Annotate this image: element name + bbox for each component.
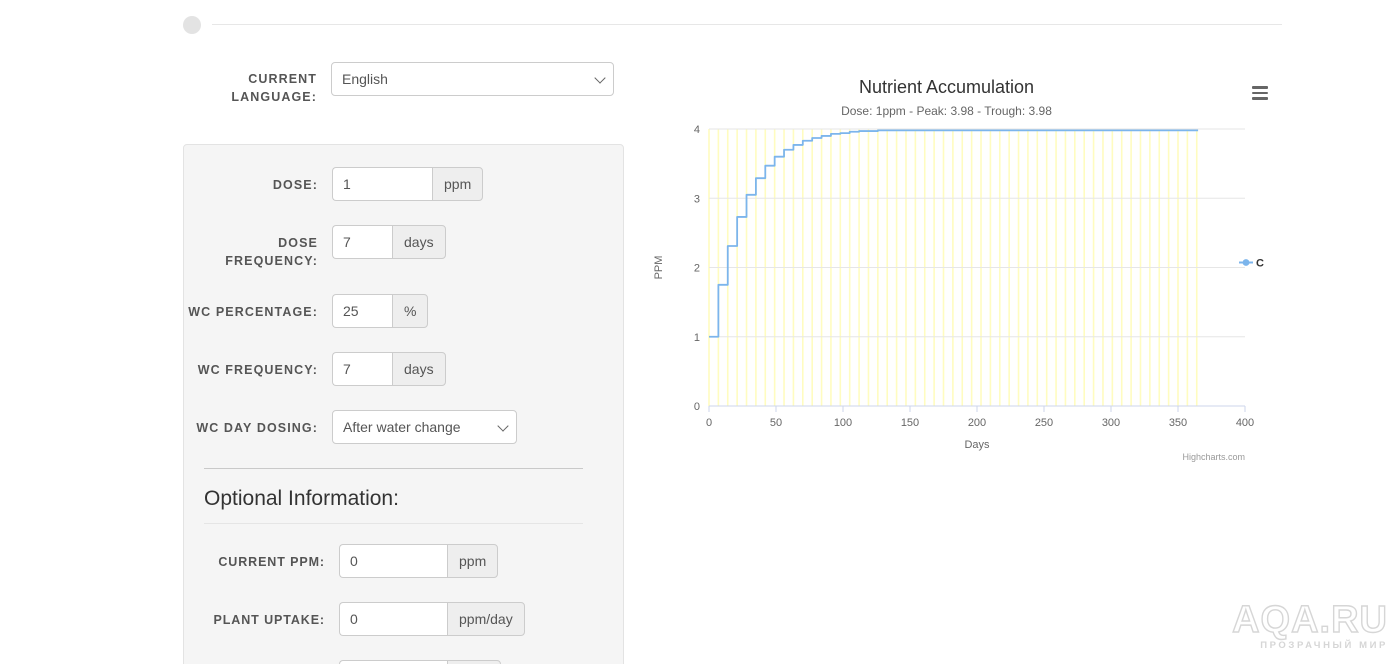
display-days-input[interactable] [339,660,447,664]
field-label-display-days: DISPLAY DAYS: [184,660,339,664]
field-label-dose: DOSE: [272,178,318,192]
field-dose-frequency: DOSE FREQUENCY: days [184,225,603,270]
settings-panel: DOSE: ppm DOSE FREQUENCY: days WC PERCEN… [183,144,624,664]
field-plant-uptake: PLANT UPTAKE: ppm/day [184,602,603,636]
svg-text:350: 350 [1169,417,1187,429]
field-label-current-ppm: CURRENT PPM: [218,555,325,569]
wc-frequency-unit-addon: days [392,352,446,386]
field-display-days: DISPLAY DAYS: days [184,660,603,664]
svg-text:Days: Days [964,439,990,451]
svg-text:4: 4 [694,124,700,136]
dose-input[interactable] [332,167,432,201]
top-divider [212,24,1282,25]
svg-text:50: 50 [770,417,782,429]
svg-text:400: 400 [1236,417,1254,429]
avatar-placeholder-circle-icon [183,16,201,34]
chart-plot: 0 1 2 3 4 0 50 100 150 200 250 300 350 400 Days PPM C Hig… [653,124,1264,462]
wc-percentage-unit-addon: % [392,294,429,328]
svg-text:Highcharts.com: Highcharts.com [1182,452,1245,462]
field-label-wc-percentage: WC PERCENTAGE: [188,305,318,319]
svg-text:PPM: PPM [653,256,665,280]
input-group-dose-frequency: days [332,225,446,259]
left-column: CURRENT LANGUAGE: English [183,62,624,114]
top-bar [0,0,1398,50]
svg-text:150: 150 [901,417,919,429]
chart-container: Nutrient Accumulation Dose: 1ppm - Peak:… [648,62,1288,462]
svg-text:2: 2 [694,263,700,275]
language-select-wrap[interactable]: English [331,62,614,96]
display-days-unit-addon: days [447,660,501,664]
input-group-dose: ppm [332,167,484,201]
input-group-wc-percentage: % [332,294,429,328]
field-wc-frequency: WC FREQUENCY: days [184,352,603,386]
input-group-plant-uptake: ppm/day [339,602,525,636]
svg-text:0: 0 [694,401,700,413]
watermark: AQA.RU ПРОЗРАЧНЫЙ МИР [1228,599,1388,656]
language-label: CURRENT LANGUAGE: [231,72,317,104]
language-select[interactable]: English [331,62,614,96]
wc-percentage-input[interactable] [332,294,392,328]
svg-text:3: 3 [694,193,700,205]
field-wc-percentage: WC PERCENTAGE: % [184,294,603,328]
dose-frequency-unit-addon: days [392,225,446,259]
watermark-main-text: AQA.RU [1231,599,1388,641]
svg-text:300: 300 [1102,417,1120,429]
svg-text:250: 250 [1035,417,1053,429]
watermark-sub-text: ПРОЗРАЧНЫЙ МИР [1260,640,1388,651]
optional-fields: CURRENT PPM: ppm PLANT UPTAKE: ppm/day D… [184,524,603,664]
plant-uptake-input[interactable] [339,602,447,636]
language-row: CURRENT LANGUAGE: English [183,62,624,114]
field-label-plant-uptake: PLANT UPTAKE: [213,613,325,627]
optional-information-heading: Optional Information: [204,487,583,524]
current-ppm-input[interactable] [339,544,447,578]
field-label-wc-day-dosing: WC DAY DOSING: [196,421,318,435]
page-root: CURRENT LANGUAGE: English DOSE: ppm DOSE… [0,0,1398,664]
current-ppm-unit-addon: ppm [447,544,499,578]
wc-frequency-input[interactable] [332,352,392,386]
svg-text:200: 200 [968,417,986,429]
dose-frequency-input[interactable] [332,225,392,259]
plant-uptake-unit-addon: ppm/day [447,602,525,636]
wc-day-dosing-select-wrap[interactable]: After water change [332,410,517,444]
field-label-wc-frequency: WC FREQUENCY: [197,363,318,377]
svg-text:0: 0 [706,417,712,429]
field-label-dose-frequency: DOSE FREQUENCY: [225,236,318,268]
input-group-display-days: days [339,660,501,664]
field-wc-day-dosing: WC DAY DOSING: After water change [184,410,603,444]
wc-day-dosing-select[interactable]: After water change [332,410,517,444]
section-divider [204,468,583,469]
svg-text:C: C [1256,258,1264,270]
field-dose: DOSE: ppm [184,167,603,201]
field-current-ppm: CURRENT PPM: ppm [184,544,603,578]
dose-unit-addon: ppm [432,167,484,201]
svg-text:1: 1 [694,332,700,344]
input-group-wc-frequency: days [332,352,446,386]
svg-text:100: 100 [834,417,852,429]
input-group-current-ppm: ppm [339,544,499,578]
